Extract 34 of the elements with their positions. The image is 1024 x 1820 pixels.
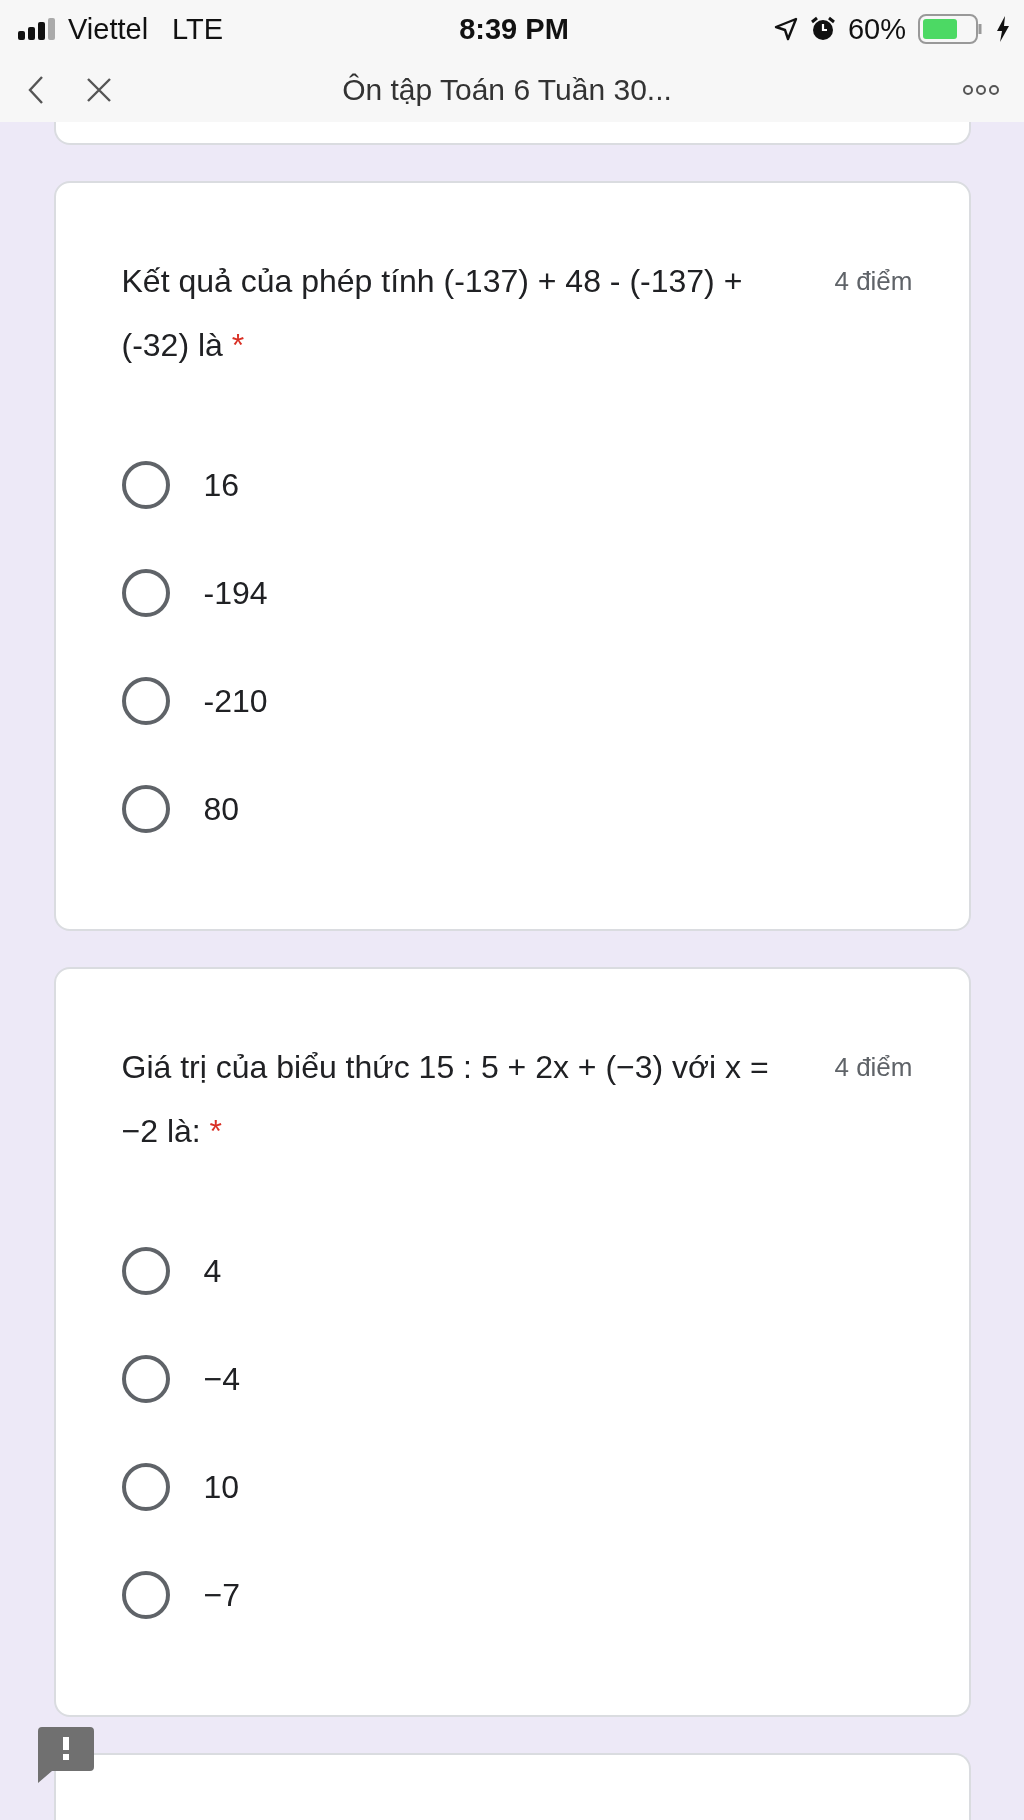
radio-button[interactable]: [121, 1463, 170, 1511]
option-label: -194: [203, 574, 268, 612]
more-button[interactable]: [962, 84, 1000, 96]
option-label: 80: [203, 790, 240, 828]
clock-time: 8:39 PM: [459, 12, 569, 46]
points-label: 4 điểm: [834, 1051, 913, 1084]
alarm-clock-icon: [809, 16, 836, 42]
option-label: 10: [203, 1468, 240, 1506]
option-label: -210: [203, 682, 268, 720]
radio-button[interactable]: [121, 1355, 170, 1403]
option-label: 16: [203, 466, 240, 504]
radio-button[interactable]: [121, 461, 170, 509]
feedback-icon[interactable]: [38, 1727, 94, 1783]
page-title: Ôn tập Toán 6 Tuần 30...: [341, 73, 673, 107]
question-text: Kết quả của phép tính (-137) + 48 - (-137) + (-32) là *: [121, 262, 744, 365]
radio-button[interactable]: [121, 785, 170, 833]
network-type: LTE: [172, 12, 224, 46]
charging-bolt-icon: [996, 16, 1010, 42]
back-button[interactable]: [26, 75, 46, 105]
option-label: −7: [203, 1576, 240, 1614]
radio-button[interactable]: [121, 1571, 170, 1619]
question-text: Giá trị của biểu thức 15 : 5 + 2x + (−3) với x = −2 là: *: [121, 1048, 770, 1151]
radio-button[interactable]: [121, 569, 170, 617]
option-label: 4: [203, 1252, 222, 1290]
radio-button[interactable]: [121, 1247, 170, 1295]
battery-icon: [918, 14, 984, 44]
location-arrow-icon: [773, 17, 798, 41]
close-button[interactable]: [86, 77, 112, 103]
points-label: 4 điểm: [834, 265, 913, 298]
radio-button[interactable]: [121, 677, 170, 725]
option-label: −4: [203, 1360, 240, 1398]
signal-icon: [18, 18, 58, 40]
carrier-name: Viettel: [68, 12, 149, 46]
battery-percent: 60%: [847, 12, 906, 46]
